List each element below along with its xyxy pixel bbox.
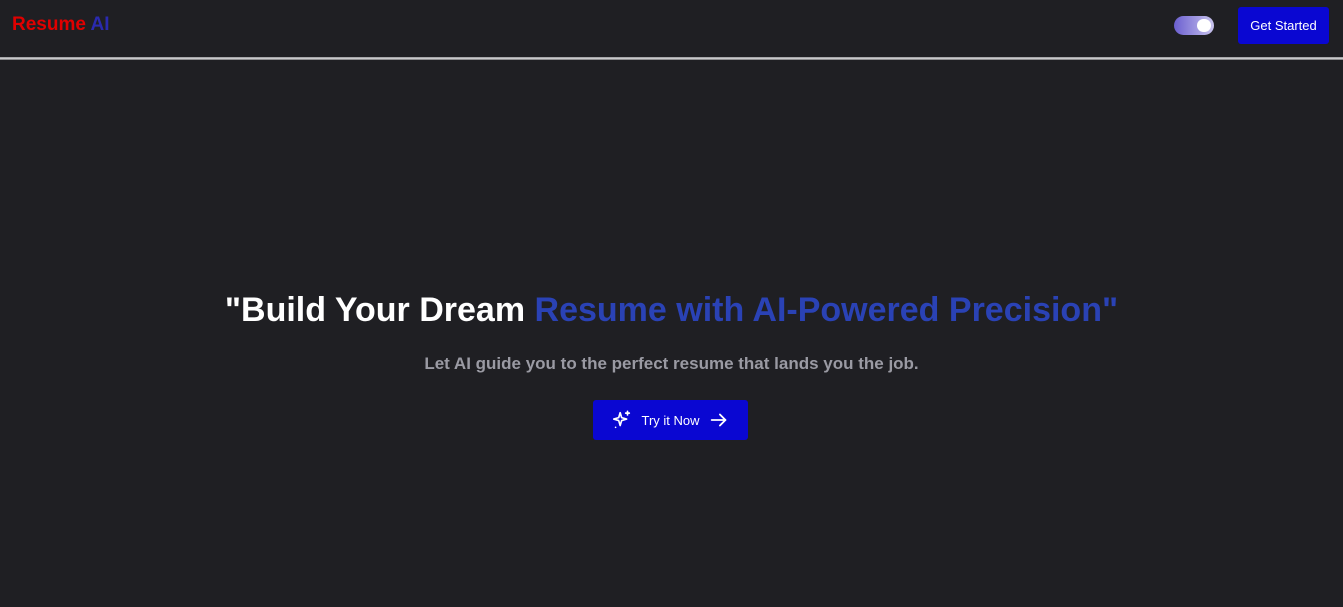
navbar: Resume AI Get Started	[0, 0, 1343, 57]
try-it-now-label: Try it Now	[641, 412, 700, 428]
theme-toggle[interactable]	[1174, 16, 1214, 35]
sparkles-icon	[611, 409, 633, 431]
get-started-button[interactable]: Get Started	[1238, 7, 1329, 44]
try-it-now-button[interactable]: Try it Now	[593, 400, 748, 440]
hero-title-part2: Resume with AI-Powered Precision"	[534, 291, 1119, 329]
hero-title-part1: "Build Your Dream	[224, 291, 526, 329]
hero-subtitle: Let AI guide you to the perfect resume t…	[424, 354, 919, 373]
logo-text-resume: Resume	[12, 14, 86, 35]
logo[interactable]: Resume AI	[12, 14, 110, 36]
toggle-knob	[1197, 19, 1211, 32]
navbar-divider	[0, 57, 1343, 60]
arrow-right-icon	[708, 409, 730, 431]
hero-title: "Build Your Dream Resume with AI-Powered…	[0, 286, 1343, 334]
hero-section: "Build Your Dream Resume with AI-Powered…	[0, 286, 1343, 373]
logo-text-ai: AI	[90, 14, 110, 35]
